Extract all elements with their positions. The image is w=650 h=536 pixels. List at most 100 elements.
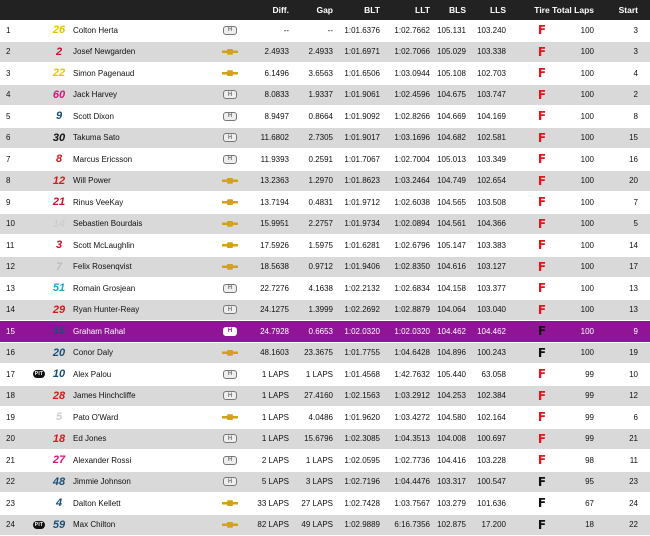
table-row[interactable]: 1620Conor Daly48.160323.36751:01.77551:0…	[0, 343, 650, 365]
table-row[interactable]: 126Colton HertaH----1:01.63761:02.766210…	[0, 20, 650, 42]
driver-name: Graham Rahal	[73, 321, 213, 342]
lls-cell: 103.383	[472, 235, 506, 256]
table-row[interactable]: 234Dalton Kellett33 LAPS27 LAPS1:02.7428…	[0, 493, 650, 515]
position-cell: 4	[6, 85, 30, 106]
table-row[interactable]: 2127Alexander RossiH2 LAPS1 LAPS1:02.059…	[0, 450, 650, 472]
table-row[interactable]: 59Scott DixonH8.94970.86641:01.90921:02.…	[0, 106, 650, 128]
car-number: 7	[48, 257, 70, 278]
diff-cell: 5 LAPS	[245, 472, 289, 493]
blt-cell: 1:01.8623	[337, 171, 380, 192]
total-laps-cell: 67	[556, 493, 594, 514]
total-laps-cell: 100	[556, 343, 594, 364]
pit-indicator	[30, 493, 48, 514]
driver-name: James Hinchcliffe	[73, 386, 213, 407]
driver-name: Ed Jones	[73, 429, 213, 450]
total-laps-cell: 100	[556, 278, 594, 299]
blt-cell: 1:01.7067	[337, 149, 380, 170]
total-laps-cell: 100	[556, 214, 594, 235]
llt-cell: 1:02.8350	[384, 257, 430, 278]
col-gap[interactable]: Gap	[293, 0, 333, 20]
table-row[interactable]: 78Marcus EricssonH11.93930.25911:01.7067…	[0, 149, 650, 171]
start-cell: 12	[604, 386, 638, 407]
driver-name: Jimmie Johnson	[73, 472, 213, 493]
gap-cell: 1.2970	[293, 171, 333, 192]
table-row[interactable]: 322Simon Pagenaud6.14963.65631:01.65061:…	[0, 63, 650, 85]
gap-cell: 27 LAPS	[293, 493, 333, 514]
pit-indicator	[30, 407, 48, 428]
gap-cell: 1.9337	[293, 85, 333, 106]
driver-name: Jack Harvey	[73, 85, 213, 106]
car-number: 48	[48, 472, 70, 493]
table-row[interactable]: 22Josef Newgarden2.49332.49331:01.69711:…	[0, 42, 650, 64]
driver-name: Dalton Kellett	[73, 493, 213, 514]
table-row[interactable]: 195Pato O'Ward1 LAPS4.04861:01.96201:03.…	[0, 407, 650, 429]
table-row[interactable]: 812Will Power13.23631.29701:01.86231:03.…	[0, 171, 650, 193]
lls-cell: 103.747	[472, 85, 506, 106]
lls-cell: 103.240	[472, 20, 506, 41]
col-diff[interactable]: Diff.	[245, 0, 289, 20]
col-bls[interactable]: BLS	[433, 0, 466, 20]
tire-icon: F	[528, 407, 556, 428]
total-laps-cell: 100	[556, 20, 594, 41]
diff-cell: 33 LAPS	[245, 493, 289, 514]
table-row[interactable]: 921Rinus VeeKay13.71940.48311:01.97121:0…	[0, 192, 650, 214]
total-laps-cell: 100	[556, 171, 594, 192]
table-body: 126Colton HertaH----1:01.63761:02.766210…	[0, 20, 650, 536]
car-number: 20	[48, 343, 70, 364]
start-cell: 13	[604, 278, 638, 299]
table-row[interactable]: 24PIT59Max Chilton82 LAPS49 LAPS1:02.988…	[0, 515, 650, 536]
total-laps-cell: 100	[556, 42, 594, 63]
tire-icon: F	[528, 386, 556, 407]
car-number: 27	[48, 450, 70, 471]
llt-cell: 6:16.7356	[384, 515, 430, 536]
llt-cell: 1:02.8879	[384, 300, 430, 321]
diff-cell: 6.1496	[245, 63, 289, 84]
col-lls[interactable]: LLS	[472, 0, 506, 20]
table-row[interactable]: 113Scott McLaughlin17.59261.59751:01.628…	[0, 235, 650, 257]
tire-icon: F	[528, 20, 556, 41]
start-cell: 22	[604, 515, 638, 536]
col-blt[interactable]: BLT	[337, 0, 380, 20]
start-cell: 6	[604, 407, 638, 428]
table-row[interactable]: 1429Ryan Hunter-ReayH24.12751.39991:02.2…	[0, 300, 650, 322]
col-total-laps[interactable]: Total Laps	[556, 0, 594, 20]
blt-cell: 1:02.0595	[337, 450, 380, 471]
total-laps-cell: 100	[556, 321, 594, 342]
lls-cell: 103.338	[472, 42, 506, 63]
table-row[interactable]: 1828James HinchcliffeH1 LAPS27.41601:02.…	[0, 386, 650, 408]
total-laps-cell: 100	[556, 235, 594, 256]
total-laps-cell: 18	[556, 515, 594, 536]
chevrolet-icon	[219, 171, 241, 192]
llt-cell: 1:03.2912	[384, 386, 430, 407]
table-row[interactable]: 1014Sebastien Bourdais15.99512.27571:01.…	[0, 214, 650, 236]
start-cell: 13	[604, 300, 638, 321]
driver-name: Josef Newgarden	[73, 42, 213, 63]
table-row[interactable]: 127Felix Rosenqvist18.56380.97121:01.940…	[0, 257, 650, 279]
blt-cell: 1:02.9889	[337, 515, 380, 536]
total-laps-cell: 99	[556, 407, 594, 428]
table-row[interactable]: 1351Romain GrosjeanH22.72764.16381:02.21…	[0, 278, 650, 300]
start-cell: 4	[604, 63, 638, 84]
bls-cell: 104.158	[433, 278, 466, 299]
lls-cell: 100.547	[472, 472, 506, 493]
table-row[interactable]: 2018Ed JonesH1 LAPS15.67961:02.30851:04.…	[0, 429, 650, 451]
table-row[interactable]: 2248Jimmie JohnsonH5 LAPS3 LAPS1:02.7196…	[0, 472, 650, 494]
lls-cell: 103.127	[472, 257, 506, 278]
pit-indicator	[30, 192, 48, 213]
car-number: 26	[48, 20, 70, 41]
blt-cell: 1:01.4568	[337, 364, 380, 385]
gap-cell: 4.1638	[293, 278, 333, 299]
col-llt[interactable]: LLT	[384, 0, 430, 20]
table-row[interactable]: 1515Graham RahalH24.79280.66531:02.03201…	[0, 321, 650, 343]
table-row[interactable]: 460Jack HarveyH8.08331.93371:01.90611:02…	[0, 85, 650, 107]
blt-cell: 1:01.6506	[337, 63, 380, 84]
position-cell: 22	[6, 472, 30, 493]
col-start[interactable]: Start	[604, 0, 638, 20]
tire-icon: F	[528, 42, 556, 63]
start-cell: 5	[604, 214, 638, 235]
pit-indicator	[30, 149, 48, 170]
honda-icon: H	[219, 472, 241, 493]
table-row[interactable]: 630Takuma SatoH11.68022.73051:01.90171:0…	[0, 128, 650, 150]
gap-cell: 3.6563	[293, 63, 333, 84]
table-row[interactable]: 17PIT10Alex PalouH1 LAPS1 LAPS1:01.45681…	[0, 364, 650, 386]
